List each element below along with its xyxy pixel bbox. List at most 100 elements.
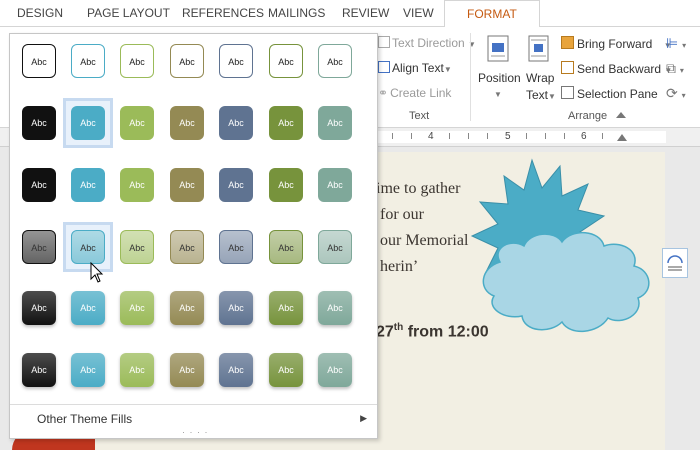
theme-style-swatch[interactable]: Abc <box>312 38 358 84</box>
theme-style-swatch[interactable]: Abc <box>114 347 160 393</box>
theme-style-swatch[interactable]: Abc <box>213 100 259 146</box>
create-link-button[interactable]: ⚭ Create Link <box>378 86 451 100</box>
create-link-label: Create Link <box>390 86 452 100</box>
theme-style-swatch[interactable]: Abc <box>16 100 62 146</box>
theme-style-swatch[interactable]: Abc <box>16 347 62 393</box>
theme-style-swatch[interactable]: Abc <box>263 224 309 270</box>
ruler-tick <box>564 133 565 139</box>
ruler-tick <box>392 133 393 139</box>
theme-style-swatch[interactable]: Abc <box>213 224 259 270</box>
swatch-label: Abc <box>318 291 352 325</box>
other-theme-fills-item[interactable]: Other Theme Fills <box>37 412 132 426</box>
theme-style-swatch[interactable]: Abc <box>164 347 210 393</box>
theme-style-swatch[interactable]: Abc <box>114 162 160 208</box>
theme-style-swatch[interactable]: Abc <box>263 162 309 208</box>
theme-style-swatch[interactable]: Abc <box>114 285 160 331</box>
theme-style-swatch[interactable]: Abc <box>65 38 111 84</box>
theme-style-swatch[interactable]: Abc <box>16 224 62 270</box>
tab-page-layout[interactable]: PAGE LAYOUT <box>87 0 170 26</box>
swatch-label: Abc <box>71 44 105 78</box>
swatch-label: Abc <box>22 291 56 325</box>
theme-style-swatch[interactable]: Abc <box>114 38 160 84</box>
theme-style-swatch[interactable]: Abc <box>63 98 113 148</box>
position-icon <box>487 35 509 62</box>
wrap-text-button[interactable]: Wrap Text▼ <box>522 33 558 109</box>
tab-design[interactable]: DESIGN <box>17 0 63 26</box>
bring-forward-button[interactable]: Bring Forward ▼ <box>561 36 672 51</box>
tab-mailings[interactable]: MAILINGS <box>268 0 325 26</box>
tab-format[interactable]: FORMAT <box>444 0 540 28</box>
theme-style-swatch[interactable]: Abc <box>65 285 111 331</box>
collapse-ribbon-icon[interactable] <box>616 112 626 118</box>
tab-references[interactable]: REFERENCES <box>182 0 264 26</box>
text-direction-button[interactable]: Text Direction ▼ <box>378 36 476 50</box>
theme-style-swatch[interactable]: Abc <box>213 162 259 208</box>
swatch-label: Abc <box>219 353 253 387</box>
theme-style-swatch[interactable]: Abc <box>164 285 210 331</box>
swatch-label: Abc <box>22 106 56 140</box>
cloud-shape[interactable] <box>482 232 650 332</box>
group-label-text: Text <box>409 110 430 122</box>
rotate-objects-icon[interactable]: ⟳ ▾ <box>666 85 686 102</box>
theme-style-swatch[interactable]: Abc <box>114 224 160 270</box>
theme-style-swatch[interactable]: Abc <box>164 38 210 84</box>
swatch-label: Abc <box>269 168 303 202</box>
layout-options-icon[interactable] <box>662 248 688 278</box>
send-backward-button[interactable]: Send Backward ▼ <box>561 61 672 76</box>
position-button[interactable]: Position ▼ <box>478 33 521 109</box>
document-text-line: ime to gather <box>376 180 461 197</box>
tab-view[interactable]: VIEW <box>403 0 434 26</box>
theme-style-swatch[interactable]: Abc <box>312 162 358 208</box>
selection-pane-button[interactable]: Selection Pane <box>561 86 658 101</box>
align-text-label: Align Text <box>392 61 444 75</box>
swatch-label: Abc <box>120 168 154 202</box>
theme-style-swatch[interactable]: Abc <box>164 162 210 208</box>
tab-review[interactable]: REVIEW <box>342 0 389 26</box>
align-objects-icon[interactable]: ⊫ ▾ <box>666 35 686 52</box>
theme-style-swatch[interactable]: Abc <box>164 224 210 270</box>
theme-style-swatch[interactable]: Abc <box>16 285 62 331</box>
theme-style-swatch[interactable]: Abc <box>164 100 210 146</box>
ruler-tick <box>468 133 469 139</box>
swatch-label: Abc <box>219 168 253 202</box>
align-text-button[interactable]: Align Text▼ <box>378 61 452 75</box>
swatch-label: Abc <box>22 353 56 387</box>
swatch-label: Abc <box>170 106 204 140</box>
wrap-text-label-1: Wrap <box>526 71 555 85</box>
swatch-label: Abc <box>22 44 56 78</box>
bring-forward-icon <box>561 36 574 49</box>
ruler-tick <box>449 133 450 139</box>
swatch-label: Abc <box>22 168 56 202</box>
swatch-label: Abc <box>22 230 56 264</box>
chevron-down-icon: ▼ <box>548 92 556 101</box>
date-number: 27 <box>376 323 394 341</box>
theme-style-swatch[interactable]: Abc <box>263 38 309 84</box>
theme-style-swatch[interactable]: Abc <box>263 100 309 146</box>
theme-style-swatch[interactable]: Abc <box>263 285 309 331</box>
ruler-number: 6 <box>581 131 587 142</box>
theme-style-swatch[interactable]: Abc <box>312 224 358 270</box>
right-indent-marker[interactable] <box>617 134 627 141</box>
swatch-label: Abc <box>318 230 352 264</box>
theme-style-swatch[interactable]: Abc <box>312 347 358 393</box>
theme-style-swatch[interactable]: Abc <box>213 347 259 393</box>
theme-style-swatch[interactable]: Abc <box>312 100 358 146</box>
theme-style-swatch[interactable]: Abc <box>65 162 111 208</box>
resize-grip-icon[interactable]: · · · · <box>182 427 209 437</box>
theme-style-swatch[interactable]: Abc <box>263 347 309 393</box>
theme-style-swatch[interactable]: Abc <box>114 100 160 146</box>
document-text-line: herin’ <box>380 258 419 275</box>
theme-style-swatch[interactable]: Abc <box>213 38 259 84</box>
group-separator <box>470 33 471 121</box>
theme-style-swatch[interactable]: Abc <box>312 285 358 331</box>
chevron-down-icon: ▼ <box>443 65 452 74</box>
theme-style-swatch[interactable]: Abc <box>16 162 62 208</box>
group-objects-icon[interactable]: ⧉ ▾ <box>666 60 684 77</box>
document-shapes <box>470 158 650 332</box>
theme-style-swatch[interactable]: Abc <box>65 347 111 393</box>
swatch-label: Abc <box>71 168 105 202</box>
theme-style-swatch[interactable]: Abc <box>63 222 113 272</box>
theme-style-swatch[interactable]: Abc <box>213 285 259 331</box>
swatch-label: Abc <box>71 106 105 140</box>
theme-style-swatch[interactable]: Abc <box>16 38 62 84</box>
